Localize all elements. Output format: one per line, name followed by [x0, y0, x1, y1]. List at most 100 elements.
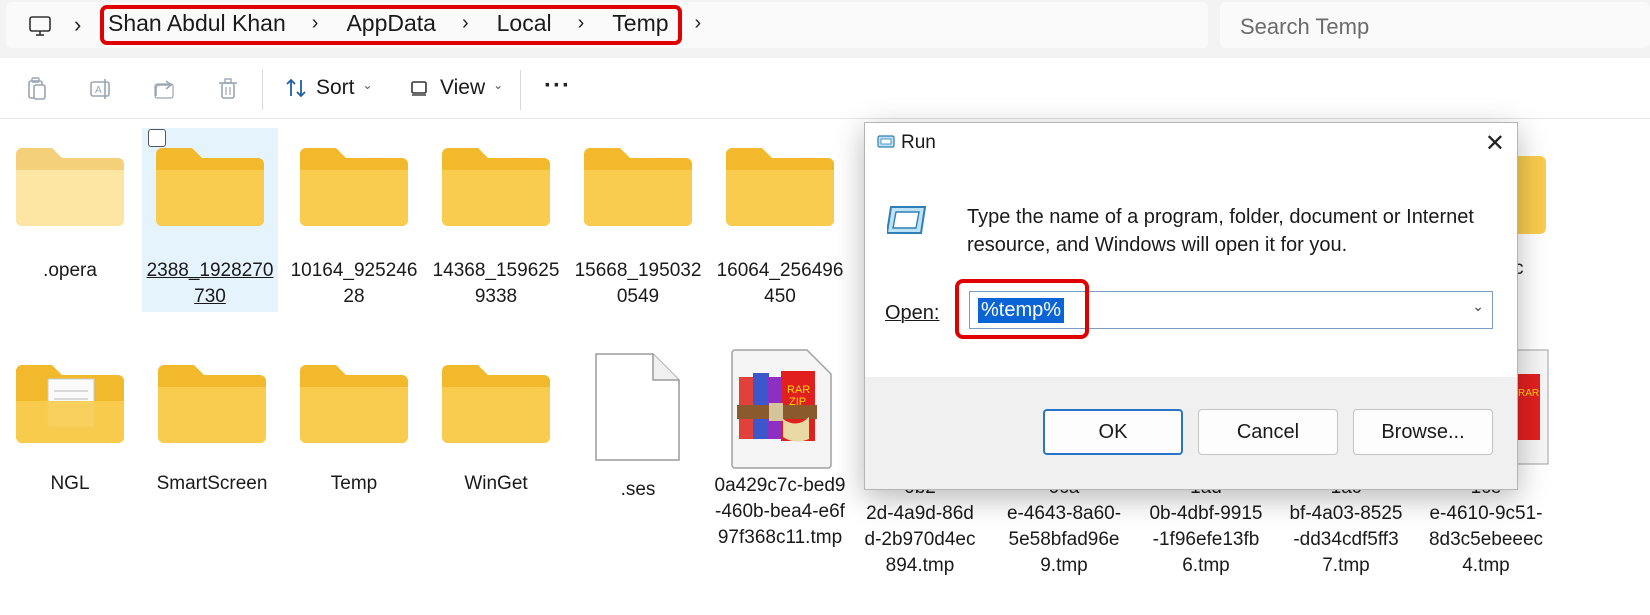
file-name-line: 6.tmp — [1182, 555, 1230, 576]
file-name-line: 0b-4dbf-9915 — [1149, 503, 1263, 524]
breadcrumb-item[interactable]: AppData — [346, 10, 436, 37]
dialog-titlebar[interactable]: Run ✕ — [865, 123, 1517, 163]
chevron-right-icon[interactable]: › — [312, 12, 319, 35]
file-name: 16064_256496450 — [716, 260, 844, 307]
file-name-line: e-4643-8a60- — [1006, 503, 1122, 524]
view-button[interactable]: View ⌄ — [410, 76, 503, 100]
folder-item-selected[interactable]: 2388_1928270730 — [142, 128, 278, 312]
chevron-right-icon[interactable]: › — [74, 12, 81, 38]
file-item[interactable]: 0ca e-4643-8a60- 5e58bfad96e 9.tmp — [996, 475, 1132, 585]
ok-button[interactable]: OK — [1043, 409, 1183, 455]
run-app-icon — [887, 206, 927, 234]
run-dialog: Run ✕ Type the name of a program, folder… — [864, 122, 1518, 490]
file-name: NGL — [50, 473, 90, 494]
this-pc-icon[interactable] — [28, 14, 52, 38]
file-name: .opera — [43, 260, 97, 281]
folder-item[interactable]: 10164_92524628 — [286, 128, 422, 312]
file-item[interactable]: 1ac bf-4a03-8525 -dd34cdf5ff3 7.tmp — [1278, 475, 1414, 585]
file-name: Temp — [330, 473, 378, 494]
close-icon[interactable]: ✕ — [1485, 129, 1505, 158]
folder-icon — [584, 148, 692, 226]
share-icon[interactable] — [152, 76, 178, 102]
svg-text:RAR: RAR — [787, 384, 810, 396]
folder-icon — [442, 365, 550, 443]
file-item[interactable]: RAR ZIP 0a429c7c-bed9-460b-bea4-e6f97f36… — [712, 345, 848, 575]
folder-icon — [300, 365, 408, 443]
file-item[interactable]: .ses — [570, 345, 706, 505]
breadcrumb-item[interactable]: Local — [497, 10, 552, 37]
file-name-line: 9.tmp — [1040, 555, 1088, 576]
folder-with-document-icon — [16, 365, 124, 443]
sort-button[interactable]: Sort ⌄ — [284, 76, 373, 100]
chevron-down-icon: ⌄ — [493, 78, 504, 92]
folder-item[interactable]: Temp — [286, 345, 422, 505]
folder-item[interactable]: 14368_1596259338 — [428, 128, 564, 312]
sort-arrows-icon — [286, 78, 306, 98]
folder-item[interactable]: .opera — [2, 128, 138, 312]
winrar-archive-icon: RAR — [1516, 349, 1549, 465]
file-item[interactable]: 1ce e-4610-9c51- 8d3c5ebeeec 4.tmp — [1418, 475, 1554, 585]
open-input-highlight-annotation — [955, 279, 1089, 339]
toolbar-divider — [520, 70, 521, 110]
chevron-right-icon[interactable]: › — [695, 12, 702, 35]
file-name-line: 5e58bfad96e — [1008, 529, 1120, 550]
file-name-line: e-4610-9c51- — [1429, 503, 1543, 524]
folder-icon — [726, 148, 834, 226]
folder-item[interactable]: SmartScreen — [144, 345, 280, 505]
delete-icon[interactable] — [215, 76, 241, 102]
breadcrumb-item[interactable]: Shan Abdul Khan — [108, 10, 286, 37]
dialog-title: Run — [901, 132, 936, 153]
file-name: 14368_1596259338 — [432, 260, 560, 307]
paste-icon[interactable] — [24, 76, 50, 102]
folder-item[interactable]: 16064_256496450 — [712, 128, 848, 312]
command-bar: A Sort ⌄ View ⌄ ··· — [0, 58, 1650, 119]
file-name: WinGet — [464, 473, 528, 494]
blank-file-icon — [595, 353, 680, 461]
address-bar-area: › Shan Abdul Khan › AppData › Local › Te… — [0, 0, 1650, 59]
dialog-footer: OK Cancel Browse... — [865, 377, 1517, 489]
chevron-right-icon[interactable]: › — [578, 12, 585, 35]
file-item[interactable]: 1ad 0b-4dbf-9915 -1f96efe13fb 6.tmp — [1138, 475, 1274, 585]
search-input[interactable]: Search Temp — [1220, 2, 1650, 48]
file-name-line: -dd34cdf5ff3 — [1293, 529, 1399, 550]
winrar-archive-icon: RAR ZIP — [731, 349, 832, 469]
chevron-down-icon: ⌄ — [362, 78, 373, 92]
folder-icon — [156, 148, 264, 226]
file-name: .ses — [620, 479, 656, 500]
svg-text:A: A — [95, 85, 102, 96]
sort-label: Sort — [316, 76, 355, 99]
file-item[interactable]: 0b2 2d-4a9d-86d d-2b970d4ec 894.tmp — [852, 475, 988, 585]
file-name: SmartScreen — [156, 473, 268, 494]
svg-text:RAR: RAR — [1518, 388, 1539, 399]
folder-item[interactable]: WinGet — [428, 345, 564, 505]
folder-icon — [300, 148, 408, 226]
file-name-line: 2d-4a9d-86d — [866, 503, 974, 524]
run-app-icon — [877, 135, 895, 148]
view-label: View — [440, 76, 486, 99]
folder-icon — [1516, 156, 1546, 234]
file-name-line: d-2b970d4ec — [864, 529, 976, 550]
open-label: Open: — [885, 302, 939, 325]
breadcrumb-item[interactable]: Temp — [612, 10, 668, 37]
chevron-right-icon[interactable]: › — [462, 12, 469, 35]
folder-icon — [16, 148, 124, 226]
toolbar-divider — [262, 70, 263, 110]
file-name: 15668_1950320549 — [574, 260, 702, 307]
view-icon — [411, 81, 427, 96]
breadcrumb-items: Shan Abdul Khan › AppData › Local › Temp… — [108, 10, 729, 37]
open-label-text: Open: — [885, 302, 940, 324]
rename-icon[interactable]: A — [88, 76, 114, 102]
dialog-description: Type the name of a program, folder, docu… — [967, 206, 1474, 256]
folder-item[interactable]: NGL — [2, 345, 138, 505]
chevron-down-icon[interactable]: ⌄ — [1472, 298, 1484, 315]
folder-item[interactable]: 15668_1950320549 — [570, 128, 706, 312]
cancel-button[interactable]: Cancel — [1198, 409, 1338, 455]
folder-icon — [158, 365, 266, 443]
file-name-line: 894.tmp — [885, 555, 955, 576]
file-name: 2388_1928270730 — [146, 260, 274, 307]
file-name-line: -1f96efe13fb — [1152, 529, 1260, 550]
selection-checkbox[interactable] — [148, 129, 166, 147]
browse-button[interactable]: Browse... — [1353, 409, 1493, 455]
more-options-button[interactable]: ··· — [544, 72, 571, 100]
file-name-line: 8d3c5ebeeec — [1428, 529, 1544, 550]
